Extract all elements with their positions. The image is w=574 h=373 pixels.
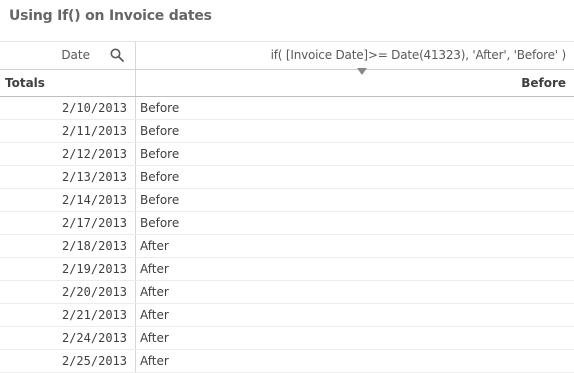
- value-cell: Before: [140, 101, 180, 115]
- date-cell[interactable]: 2/14/2013: [0, 189, 136, 211]
- totals-row: Totals Before: [0, 70, 574, 97]
- value-cell: After: [140, 239, 169, 253]
- date-cell[interactable]: 2/24/2013: [0, 327, 136, 349]
- chart-title: Using If() on Invoice dates: [9, 8, 212, 24]
- measure-header-label[interactable]: if( [Invoice Date]>= Date(41323), 'After…: [271, 48, 567, 62]
- table-body: 2/10/2013 Before 2/11/2013 Before 2/12/2…: [0, 97, 574, 373]
- table-row[interactable]: 2/10/2013 Before: [0, 97, 574, 120]
- date-cell[interactable]: 2/11/2013: [0, 120, 136, 142]
- value-cell: After: [140, 354, 169, 368]
- value-cell: After: [140, 331, 169, 345]
- table-header: Date if( [Invoice Date]>= Date(41323), '…: [0, 41, 574, 75]
- date-cell[interactable]: 2/17/2013: [0, 212, 136, 234]
- dimension-header-label[interactable]: Date: [61, 48, 90, 62]
- table-row[interactable]: 2/25/2013 After: [0, 350, 574, 373]
- date-cell[interactable]: 2/20/2013: [0, 281, 136, 303]
- table-row[interactable]: 2/18/2013 After: [0, 235, 574, 258]
- table-row[interactable]: 2/21/2013 After: [0, 304, 574, 327]
- totals-value: Before: [521, 76, 566, 90]
- value-cell: After: [140, 285, 169, 299]
- date-cell[interactable]: 2/21/2013: [0, 304, 136, 326]
- table-row[interactable]: 2/13/2013 Before: [0, 166, 574, 189]
- value-cell: Before: [140, 124, 180, 138]
- date-cell[interactable]: 2/10/2013: [0, 97, 136, 119]
- search-icon[interactable]: [110, 48, 124, 62]
- value-cell: Before: [140, 216, 180, 230]
- value-cell: Before: [140, 147, 180, 161]
- value-cell: Before: [140, 170, 180, 184]
- table-row[interactable]: 2/19/2013 After: [0, 258, 574, 281]
- table-row[interactable]: 2/20/2013 After: [0, 281, 574, 304]
- date-cell[interactable]: 2/25/2013: [0, 350, 136, 372]
- date-cell[interactable]: 2/12/2013: [0, 143, 136, 165]
- totals-label: Totals: [5, 76, 45, 90]
- value-cell: After: [140, 308, 169, 322]
- date-cell[interactable]: 2/18/2013: [0, 235, 136, 257]
- date-cell[interactable]: 2/13/2013: [0, 166, 136, 188]
- value-cell: Before: [140, 193, 180, 207]
- table-row[interactable]: 2/17/2013 Before: [0, 212, 574, 235]
- table-row[interactable]: 2/11/2013 Before: [0, 120, 574, 143]
- totals-label-cell: Totals: [0, 70, 136, 96]
- date-cell[interactable]: 2/19/2013: [0, 258, 136, 280]
- straight-table: Date if( [Invoice Date]>= Date(41323), '…: [0, 41, 574, 373]
- value-cell: After: [140, 262, 169, 276]
- dimension-header[interactable]: Date: [0, 42, 136, 69]
- table-row[interactable]: 2/12/2013 Before: [0, 143, 574, 166]
- table-row[interactable]: 2/14/2013 Before: [0, 189, 574, 212]
- table-row[interactable]: 2/24/2013 After: [0, 327, 574, 350]
